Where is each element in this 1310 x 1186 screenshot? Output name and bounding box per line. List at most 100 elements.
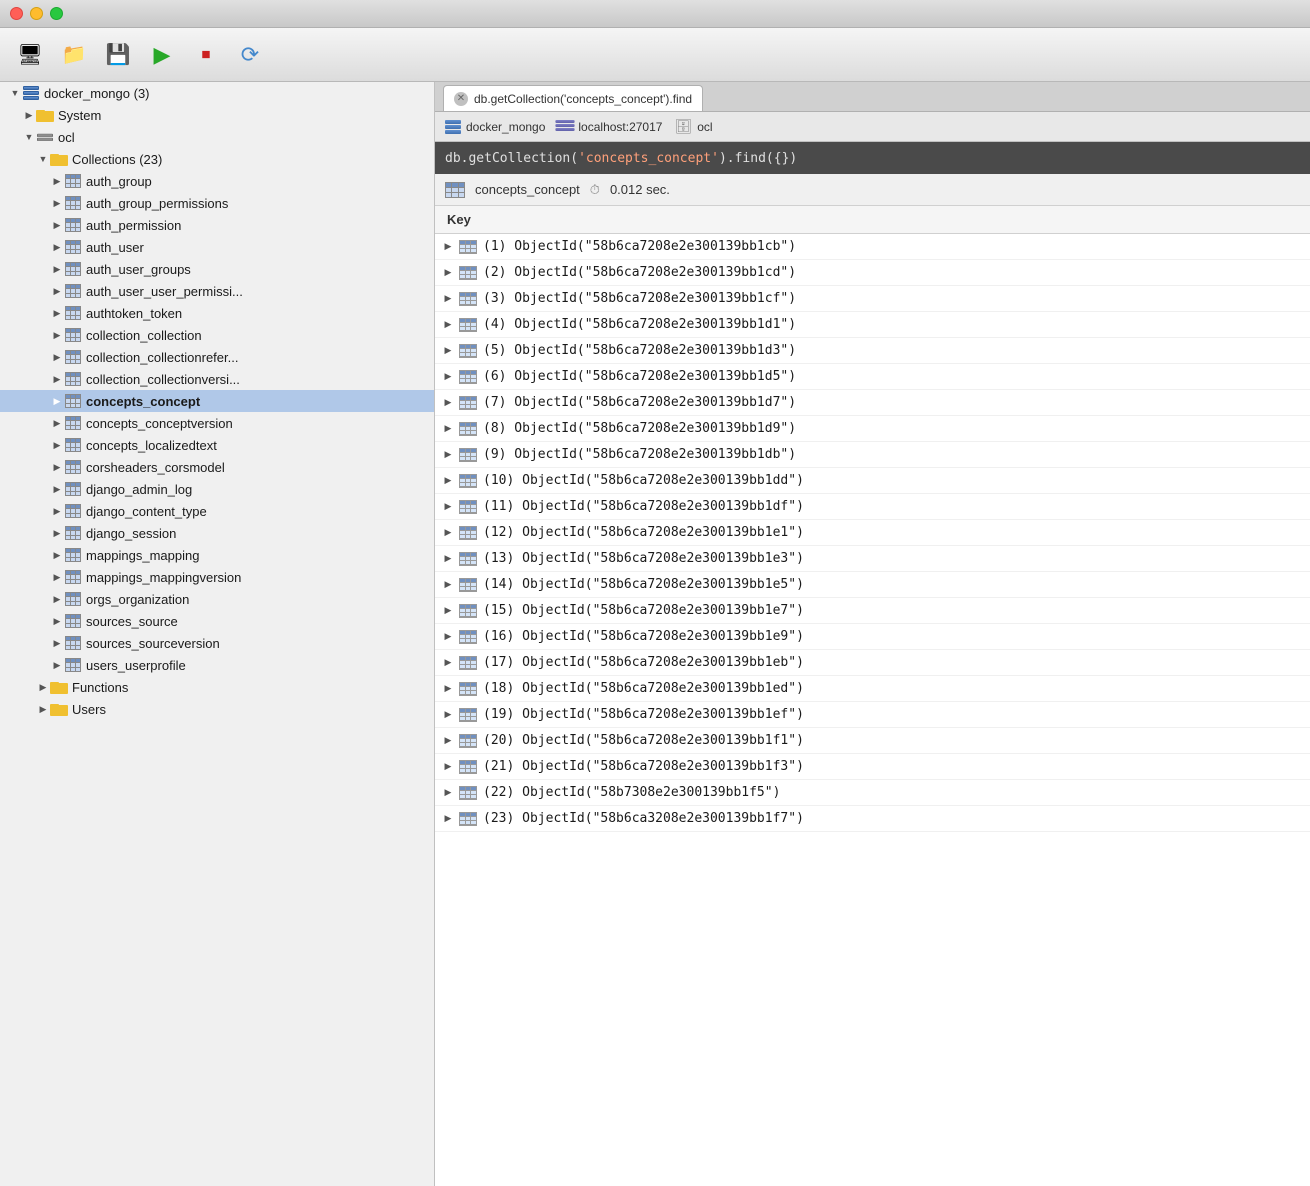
result-row[interactable]: ▶ (19) ObjectId("58b6ca7208e2e300139bb1e… bbox=[435, 702, 1310, 728]
sidebar-item-concepts-conceptversion[interactable]: ▶ concepts_conceptversion bbox=[0, 412, 434, 434]
result-row[interactable]: ▶ (5) ObjectId("58b6ca7208e2e300139bb1d3… bbox=[435, 338, 1310, 364]
label: auth_user_groups bbox=[86, 262, 191, 277]
label: auth_user_user_permissi... bbox=[86, 284, 243, 299]
sidebar-item-sources-source[interactable]: ▶ sources_source bbox=[0, 610, 434, 632]
result-row[interactable]: ▶ (10) ObjectId("58b6ca7208e2e300139bb1d… bbox=[435, 468, 1310, 494]
folder-system-icon bbox=[36, 107, 54, 123]
result-row[interactable]: ▶ (20) ObjectId("58b6ca7208e2e300139bb1f… bbox=[435, 728, 1310, 754]
result-row[interactable]: ▶ (6) ObjectId("58b6ca7208e2e300139bb1d5… bbox=[435, 364, 1310, 390]
result-row[interactable]: ▶ (12) ObjectId("58b6ca7208e2e300139bb1e… bbox=[435, 520, 1310, 546]
conn-db-item: 🗄 ocl bbox=[674, 118, 712, 135]
sidebar-item-collection-collectionversi[interactable]: ▶ collection_collectionversi... bbox=[0, 368, 434, 390]
result-row[interactable]: ▶ (11) ObjectId("58b6ca7208e2e300139bb1d… bbox=[435, 494, 1310, 520]
result-row[interactable]: ▶ (17) ObjectId("58b6ca7208e2e300139bb1e… bbox=[435, 650, 1310, 676]
server-icon bbox=[22, 85, 40, 101]
sidebar-item-system[interactable]: ▶ System bbox=[0, 104, 434, 126]
sidebar-item-django-content-type[interactable]: ▶ django_content_type bbox=[0, 500, 434, 522]
result-row[interactable]: ▶ (3) ObjectId("58b6ca7208e2e300139bb1cf… bbox=[435, 286, 1310, 312]
query-text[interactable]: db.getCollection('concepts_concept').fin… bbox=[445, 151, 797, 166]
stop-button[interactable]: ⏹ bbox=[188, 37, 224, 73]
row-table-icon bbox=[459, 396, 477, 410]
row-expand-arrow: ▶ bbox=[443, 476, 453, 486]
query-tab[interactable]: ✕ db.getCollection('concepts_concept').f… bbox=[443, 85, 703, 111]
result-row[interactable]: ▶ (7) ObjectId("58b6ca7208e2e300139bb1d7… bbox=[435, 390, 1310, 416]
result-row[interactable]: ▶ (2) ObjectId("58b6ca7208e2e300139bb1cd… bbox=[435, 260, 1310, 286]
sidebar-item-functions[interactable]: ▶ Functions bbox=[0, 676, 434, 698]
table-icon bbox=[64, 283, 82, 299]
result-row[interactable]: ▶ (13) ObjectId("58b6ca7208e2e300139bb1e… bbox=[435, 546, 1310, 572]
label: concepts_localizedtext bbox=[86, 438, 217, 453]
table-icon bbox=[64, 613, 82, 629]
refresh-button[interactable]: ⟳ bbox=[232, 37, 268, 73]
table-icon bbox=[64, 195, 82, 211]
sidebar-item-auth-user[interactable]: ▶ auth_user bbox=[0, 236, 434, 258]
collections-label: Collections (23) bbox=[72, 152, 162, 167]
sidebar-item-auth-group[interactable]: ▶ auth_group bbox=[0, 170, 434, 192]
result-row[interactable]: ▶ (16) ObjectId("58b6ca7208e2e300139bb1e… bbox=[435, 624, 1310, 650]
sidebar-item-root[interactable]: ▼ docker_mongo (3) bbox=[0, 82, 434, 104]
sidebar-item-concepts-localizedtext[interactable]: ▶ concepts_localizedtext bbox=[0, 434, 434, 456]
sidebar-item-collection-collection[interactable]: ▶ collection_collection bbox=[0, 324, 434, 346]
sidebar-item-orgs-organization[interactable]: ▶ orgs_organization bbox=[0, 588, 434, 610]
sidebar-item-corsheaders-corsmodel[interactable]: ▶ corsheaders_corsmodel bbox=[0, 456, 434, 478]
result-row[interactable]: ▶ (23) ObjectId("58b6ca3208e2e300139bb1f… bbox=[435, 806, 1310, 832]
column-key-label: Key bbox=[447, 212, 471, 227]
sidebar-item-authtoken-token[interactable]: ▶ authtoken_token bbox=[0, 302, 434, 324]
sidebar-item-auth-group-permissions[interactable]: ▶ auth_group_permissions bbox=[0, 192, 434, 214]
row-table-icon bbox=[459, 344, 477, 358]
sidebar-item-mappings-mappingversion[interactable]: ▶ mappings_mappingversion bbox=[0, 566, 434, 588]
row-expand-arrow: ▶ bbox=[443, 346, 453, 356]
row-table-icon bbox=[459, 526, 477, 540]
close-button[interactable] bbox=[10, 7, 23, 20]
tab-label: db.getCollection('concepts_concept').fin… bbox=[474, 92, 692, 106]
result-row[interactable]: ▶ (1) ObjectId("58b6ca7208e2e300139bb1cb… bbox=[435, 234, 1310, 260]
traffic-lights bbox=[10, 7, 63, 20]
row-expand-arrow: ▶ bbox=[443, 450, 453, 460]
label: concepts_concept bbox=[86, 394, 200, 409]
sidebar-item-sources-sourceversion[interactable]: ▶ sources_sourceversion bbox=[0, 632, 434, 654]
row-text: (19) ObjectId("58b6ca7208e2e300139bb1ef"… bbox=[483, 707, 804, 722]
sidebar-item-django-session[interactable]: ▶ django_session bbox=[0, 522, 434, 544]
row-expand-arrow: ▶ bbox=[443, 684, 453, 694]
open-button[interactable]: 📁 bbox=[56, 37, 92, 73]
result-row[interactable]: ▶ (4) ObjectId("58b6ca7208e2e300139bb1d1… bbox=[435, 312, 1310, 338]
sidebar-item-auth-user-groups[interactable]: ▶ auth_user_groups bbox=[0, 258, 434, 280]
sidebar-item-users-folder[interactable]: ▶ Users bbox=[0, 698, 434, 720]
maximize-button[interactable] bbox=[50, 7, 63, 20]
minimize-button[interactable] bbox=[30, 7, 43, 20]
sidebar-item-mappings-mapping[interactable]: ▶ mappings_mapping bbox=[0, 544, 434, 566]
result-row[interactable]: ▶ (14) ObjectId("58b6ca7208e2e300139bb1e… bbox=[435, 572, 1310, 598]
table-icon bbox=[64, 393, 82, 409]
sidebar-item-collections[interactable]: ▼ Collections (23) bbox=[0, 148, 434, 170]
open-icon: 📁 bbox=[62, 42, 87, 67]
row-table-icon bbox=[459, 760, 477, 774]
tab-close-button[interactable]: ✕ bbox=[454, 92, 468, 106]
result-row[interactable]: ▶ (15) ObjectId("58b6ca7208e2e300139bb1e… bbox=[435, 598, 1310, 624]
sidebar-item-collection-collectionrefer[interactable]: ▶ collection_collectionrefer... bbox=[0, 346, 434, 368]
row-expand-arrow: ▶ bbox=[443, 658, 453, 668]
folder-functions-icon bbox=[50, 679, 68, 695]
row-text: (2) ObjectId("58b6ca7208e2e300139bb1cd") bbox=[483, 265, 796, 280]
sidebar-item-concepts-concept[interactable]: ▶ concepts_concept bbox=[0, 390, 434, 412]
row-text: (13) ObjectId("58b6ca7208e2e300139bb1e3"… bbox=[483, 551, 804, 566]
result-row[interactable]: ▶ (8) ObjectId("58b6ca7208e2e300139bb1d9… bbox=[435, 416, 1310, 442]
sidebar-item-users-userprofile[interactable]: ▶ users_userprofile bbox=[0, 654, 434, 676]
row-expand-arrow: ▶ bbox=[443, 736, 453, 746]
sidebar-item-ocl[interactable]: ▼ ocl bbox=[0, 126, 434, 148]
label: django_session bbox=[86, 526, 176, 541]
query-bar: db.getCollection('concepts_concept').fin… bbox=[435, 142, 1310, 174]
sidebar-item-auth-user-user-permissi[interactable]: ▶ auth_user_user_permissi... bbox=[0, 280, 434, 302]
connect-button[interactable]: 🖥 bbox=[12, 37, 48, 73]
result-row[interactable]: ▶ (21) ObjectId("58b6ca7208e2e300139bb1f… bbox=[435, 754, 1310, 780]
arrow-collections: ▼ bbox=[36, 152, 50, 166]
run-button[interactable]: ▶ bbox=[144, 37, 180, 73]
result-row[interactable]: ▶ (22) ObjectId("58b7308e2e300139bb1f5") bbox=[435, 780, 1310, 806]
label: users_userprofile bbox=[86, 658, 186, 673]
stop-icon: ⏹ bbox=[202, 44, 211, 65]
result-row[interactable]: ▶ (18) ObjectId("58b6ca7208e2e300139bb1e… bbox=[435, 676, 1310, 702]
sidebar-item-auth-permission[interactable]: ▶ auth_permission bbox=[0, 214, 434, 236]
conn-host-label: localhost:27017 bbox=[578, 120, 662, 134]
save-button[interactable]: 💾 bbox=[100, 37, 136, 73]
sidebar-item-django-admin-log[interactable]: ▶ django_admin_log bbox=[0, 478, 434, 500]
result-row[interactable]: ▶ (9) ObjectId("58b6ca7208e2e300139bb1db… bbox=[435, 442, 1310, 468]
